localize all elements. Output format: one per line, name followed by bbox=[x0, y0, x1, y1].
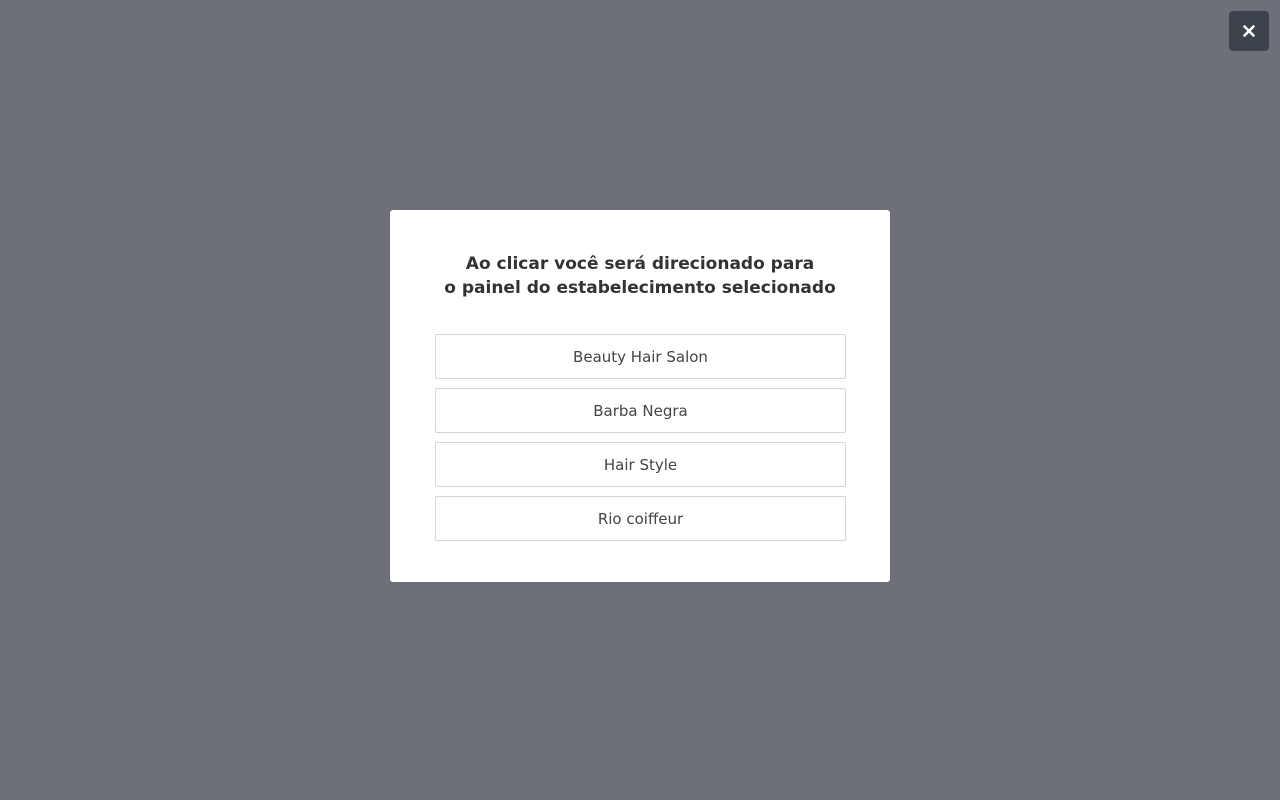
establishment-button-beauty-hair-salon[interactable]: Beauty Hair Salon bbox=[435, 334, 846, 379]
modal-title-line-1: Ao clicar você será direcionado para bbox=[465, 254, 815, 274]
establishment-button-rio-coiffeur[interactable]: Rio coiffeur bbox=[435, 496, 846, 541]
establishment-button-barba-negra[interactable]: Barba Negra bbox=[435, 388, 846, 433]
close-button[interactable] bbox=[1229, 11, 1269, 51]
establishment-button-hair-style[interactable]: Hair Style bbox=[435, 442, 846, 487]
modal-title-line-2: o painel do estabelecimento selecionado bbox=[444, 278, 836, 298]
modal-title: Ao clicar você será direcionado para o p… bbox=[390, 252, 890, 300]
establishment-list: Beauty Hair Salon Barba Negra Hair Style… bbox=[435, 334, 846, 550]
establishment-select-modal: Ao clicar você será direcionado para o p… bbox=[390, 210, 890, 582]
close-icon bbox=[1243, 25, 1255, 37]
